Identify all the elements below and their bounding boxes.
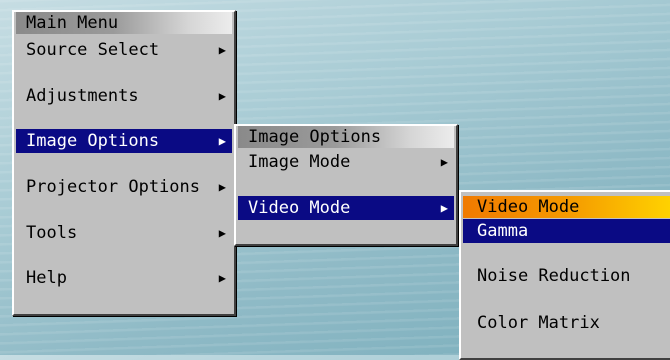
menu-item-label: Image Mode [248,152,351,172]
menu-item-color-matrix[interactable]: Color Matrix [463,311,670,335]
menu-item-label: Video Mode [248,198,351,218]
menu-item-label: Tools [26,223,78,243]
main-menu: Main Menu Source Select ▶ Adjustments ▶ … [12,10,236,316]
image-options-menu: Image Options Image Mode ▶ Video Mode ▶ [234,124,458,246]
menu-item-gamma[interactable]: Gamma [463,219,670,243]
video-mode-menu-title: Video Mode [463,196,670,218]
video-mode-menu: Video Mode Gamma Noise Reduction Color M… [459,190,670,360]
menu-item-tools[interactable]: Tools ▶ [16,221,232,245]
submenu-arrow-icon: ▶ [218,271,226,285]
submenu-arrow-icon: ▶ [440,201,448,215]
menu-item-image-options[interactable]: Image Options ▶ [16,129,232,153]
menu-item-help[interactable]: Help ▶ [16,266,232,290]
submenu-arrow-icon: ▶ [218,43,226,57]
submenu-arrow-icon: ▶ [440,155,448,169]
menu-item-image-mode[interactable]: Image Mode ▶ [238,150,454,174]
menu-item-source-select[interactable]: Source Select ▶ [16,38,232,62]
menu-item-adjustments[interactable]: Adjustments ▶ [16,84,232,108]
menu-item-label: Projector Options [26,177,200,197]
menu-item-label: Gamma [477,221,529,241]
submenu-arrow-icon: ▶ [218,89,226,103]
menu-item-noise-reduction[interactable]: Noise Reduction [463,264,670,288]
menu-item-label: Help [26,268,67,288]
menu-item-video-mode[interactable]: Video Mode ▶ [238,196,454,220]
menu-item-label: Adjustments [26,86,139,106]
menu-item-label: Noise Reduction [477,266,631,286]
menu-item-label: Color Matrix [477,313,600,333]
menu-item-label: Source Select [26,40,160,60]
menu-item-projector-options[interactable]: Projector Options ▶ [16,175,232,199]
menu-item-label: Image Options [26,131,160,151]
image-options-menu-title: Image Options [238,126,454,148]
submenu-arrow-icon: ▶ [218,226,226,240]
main-menu-title: Main Menu [16,12,232,34]
submenu-arrow-icon: ▶ [218,180,226,194]
submenu-arrow-icon: ▶ [218,134,226,148]
